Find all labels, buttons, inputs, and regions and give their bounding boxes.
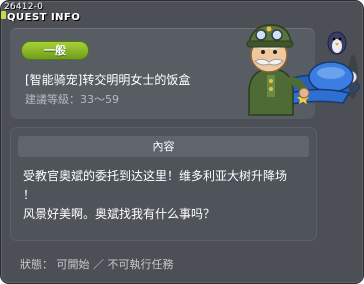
window-title: QUEST INFO	[7, 12, 81, 23]
content-line: ！	[23, 188, 36, 202]
recommended-level: 建議等級：33～59	[25, 93, 119, 106]
npc-pilot-portrait	[246, 24, 360, 116]
content-line: 风景好美啊。奥斌找我有什么事吗？	[23, 207, 216, 221]
quest-info-window: 26412-0 QUEST INFO 一般 [智能骑宠]转交明明女士的饭盒 建議…	[0, 0, 364, 284]
content-body: 受教官奧斌的委托到达这里！维多利亚大树升降场 ！ 风景好美啊。奥斌找我有什么事吗…	[23, 167, 308, 224]
content-header: 內容	[18, 136, 309, 157]
penguin-pet-icon	[327, 31, 347, 55]
quest-status: 狀態： 可開始 ／ 不可執行任務	[20, 258, 174, 271]
title-marker-icon	[1, 11, 6, 19]
quest-title: [智能骑宠]转交明明女士的饭盒	[25, 73, 191, 87]
category-badge: 一般	[21, 41, 89, 60]
quest-id: 26412-0	[4, 2, 44, 12]
content-line: 受教官奧斌的委托到达这里！维多利亚大树升降场	[23, 169, 288, 183]
quest-content-panel: 內容 受教官奧斌的委托到达这里！维多利亚大树升降场 ！ 风景好美啊。奥斌找我有什…	[10, 127, 317, 241]
